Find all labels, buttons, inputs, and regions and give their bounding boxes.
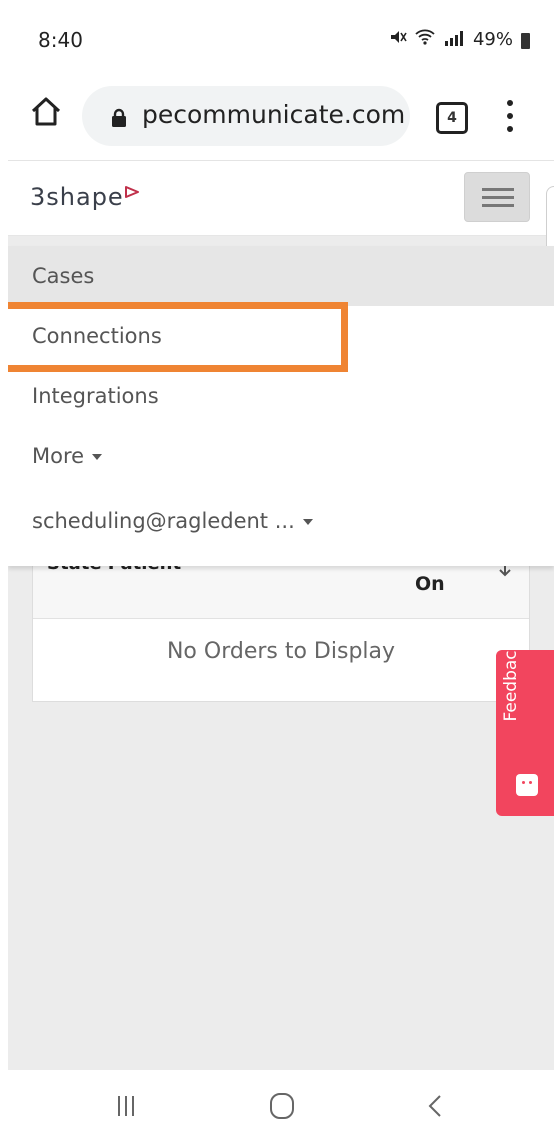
wifi-icon <box>415 28 435 51</box>
menu-item-integrations[interactable]: Integrations <box>8 366 554 426</box>
feedback-button[interactable]: Feedback <box>496 641 554 816</box>
browser-toolbar: pecommunicate.com 4 <box>8 66 554 160</box>
tab-switcher-button[interactable]: 4 <box>436 102 468 134</box>
menu-item-account[interactable]: scheduling@ragledent ... <box>8 491 554 551</box>
url-text: pecommunicate.com <box>142 100 406 129</box>
menu-item-cases[interactable]: Cases <box>8 246 554 306</box>
system-nav-bar <box>8 1070 554 1142</box>
recent-apps-button[interactable] <box>106 1088 146 1124</box>
lock-icon <box>110 108 128 127</box>
home-nav-button[interactable] <box>262 1088 302 1124</box>
menu-item-more[interactable]: More <box>8 426 554 486</box>
battery-level: 49% <box>472 29 513 50</box>
caret-down-icon <box>92 454 103 460</box>
battery-icon <box>521 32 530 49</box>
feedback-label: Feedback <box>501 640 521 722</box>
empty-state-message: No Orders to Display <box>166 639 396 664</box>
logo-mark-icon <box>124 177 140 205</box>
cell-signal-icon <box>443 30 465 50</box>
back-button[interactable] <box>416 1088 456 1124</box>
status-time: 8:40 <box>38 28 83 52</box>
nav-menu: Cases Connections Integrations More sche… <box>8 246 554 566</box>
browser-menu-icon[interactable] <box>500 96 520 136</box>
home-icon <box>31 97 61 126</box>
menu-item-connections[interactable]: Connections <box>8 306 554 366</box>
logo[interactable]: 3shape <box>30 183 140 211</box>
smiley-icon <box>516 774 538 796</box>
home-button[interactable] <box>28 94 64 130</box>
recent-apps-icon <box>118 1096 134 1116</box>
status-bar: 8:40 49% <box>8 18 554 66</box>
caret-down-icon <box>302 519 313 525</box>
orders-table: State Patient On No Orders to Display <box>32 542 530 702</box>
app-header: 3shape <box>8 160 554 236</box>
address-bar[interactable]: pecommunicate.com <box>82 86 410 146</box>
screen: 8:40 49% pecommunicate.com 4 3shape On N… <box>8 18 554 1142</box>
back-icon <box>428 1095 441 1117</box>
status-icons: 49% <box>389 28 530 51</box>
logo-text: 3shape <box>30 183 124 211</box>
column-on[interactable]: On <box>415 573 445 595</box>
home-circle-icon <box>270 1093 294 1119</box>
hamburger-menu-button[interactable] <box>464 172 530 222</box>
mute-icon <box>389 28 407 51</box>
